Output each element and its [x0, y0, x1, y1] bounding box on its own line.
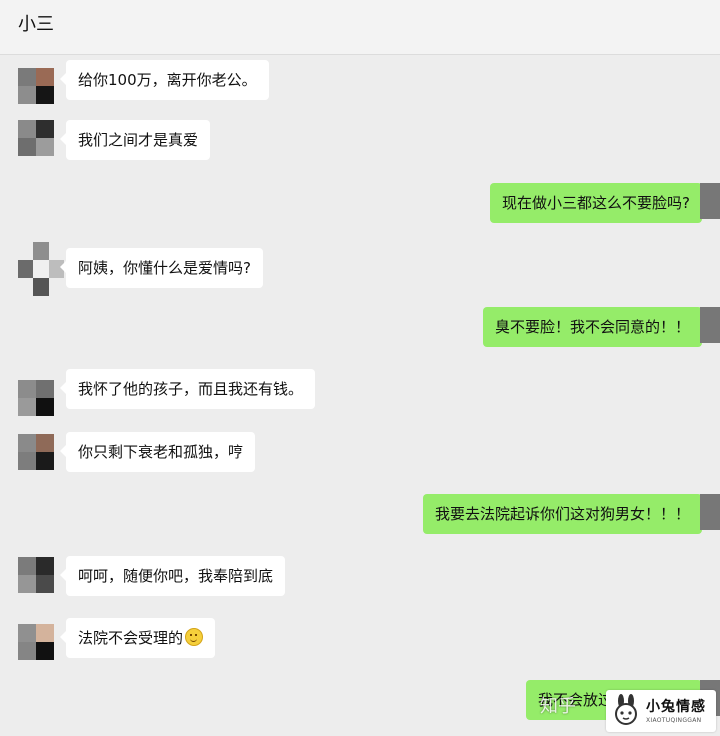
chat-title: 小三	[18, 14, 54, 35]
outgoing-message-bubble: 臭不要脸！我不会同意的！！	[482, 307, 709, 347]
contact-avatar[interactable]	[18, 434, 54, 470]
outgoing-message-bubble: 我要去法院起诉你们这对狗男女！！！	[422, 494, 709, 534]
incoming-message-bubble: 给你100万，离开你老公。	[60, 60, 269, 100]
incoming-message-bubble: 法院不会受理的	[59, 618, 216, 658]
contact-avatar[interactable]	[18, 557, 54, 593]
rabbit-logo-icon	[615, 694, 637, 725]
contact-avatar[interactable]	[18, 120, 54, 156]
brand-logo: 小兔情感 XIAOTUQINGGAN	[606, 690, 716, 732]
incoming-message-bubble: 呵呵，随便你吧，我奉陪到底	[59, 556, 286, 596]
incoming-message-text: 法院不会受理的	[78, 629, 184, 647]
contact-avatar[interactable]	[18, 380, 54, 416]
incoming-message-bubble: 我们之间才是真爱	[59, 120, 211, 160]
my-avatar[interactable]	[700, 494, 720, 530]
smile-emoji-icon	[185, 628, 204, 646]
incoming-message-bubble: 阿姨，你懂什么是爱情吗?	[60, 248, 263, 288]
my-avatar[interactable]	[700, 307, 720, 343]
logo-text: 小兔情感	[646, 699, 706, 715]
logo-subtext: XIAOTUQINGGAN	[646, 717, 702, 724]
incoming-message-bubble: 我怀了他的孩子，而且我还有钱。	[59, 369, 316, 409]
contact-avatar[interactable]	[18, 68, 54, 104]
zhihu-watermark: 知乎	[540, 696, 576, 717]
contact-avatar[interactable]	[18, 624, 54, 660]
contact-avatar[interactable]	[18, 242, 64, 296]
outgoing-message-bubble: 现在做小三都这么不要脸吗?	[490, 183, 708, 223]
chat-header: 小三	[0, 0, 720, 55]
my-avatar[interactable]	[700, 183, 720, 219]
incoming-message-bubble: 你只剩下衰老和孤独，哼	[59, 432, 256, 472]
